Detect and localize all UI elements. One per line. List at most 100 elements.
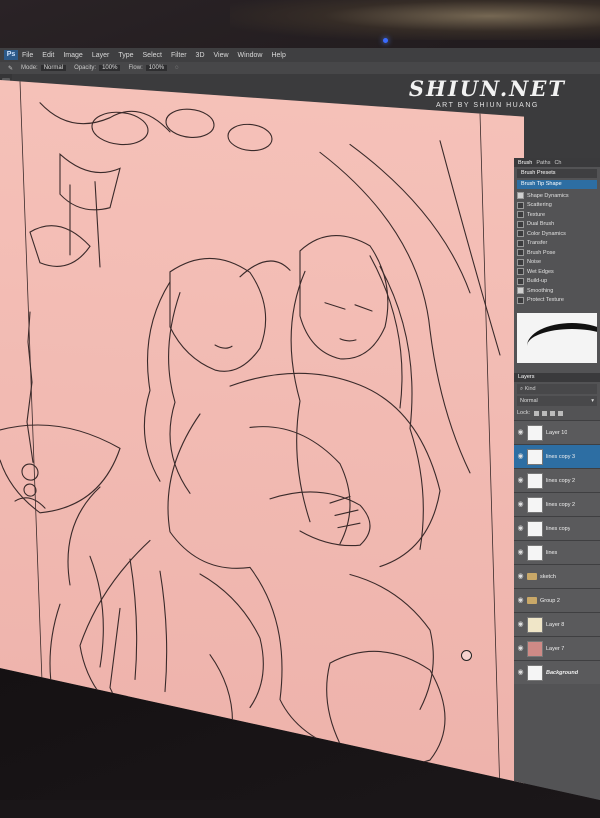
trash-icon[interactable]: ✖ xyxy=(591,808,596,815)
brush-option-item[interactable]: Noise xyxy=(517,258,597,268)
mode-select[interactable]: Normal xyxy=(40,65,67,71)
tab-brush[interactable]: Brush xyxy=(518,160,532,166)
menu-type[interactable]: Type xyxy=(118,52,133,59)
menu-edit[interactable]: Edit xyxy=(42,52,54,59)
lock-row: Lock: xyxy=(517,408,597,418)
eye-icon[interactable]: ◉ xyxy=(517,525,524,532)
lock-move-icon[interactable] xyxy=(550,410,556,416)
eye-icon[interactable]: ◉ xyxy=(517,573,524,580)
checkbox-icon[interactable] xyxy=(517,268,524,276)
brush-option-item[interactable]: Transfer xyxy=(517,239,597,249)
opacity-field[interactable]: 100% xyxy=(99,65,121,71)
menu-select[interactable]: Select xyxy=(143,52,162,59)
tab-channels[interactable]: Ch xyxy=(554,160,561,166)
folder-icon xyxy=(527,597,537,604)
layer-row[interactable]: ◉ lines copy 2 xyxy=(514,492,600,516)
brush-option-item[interactable]: Shape Dynamics xyxy=(517,191,597,201)
layer-name: lines copy xyxy=(546,525,571,532)
eye-icon[interactable]: ◉ xyxy=(517,597,524,604)
checkbox-icon[interactable] xyxy=(517,192,524,200)
layer-row[interactable]: ◉ lines copy 3 xyxy=(514,444,600,468)
layer-filter[interactable]: ⌕ Kind xyxy=(517,384,597,394)
eye-icon[interactable]: ◉ xyxy=(517,645,524,652)
layer-list: ◉ Layer 10 ◉ lines copy 3 ◉ lines copy 2 ◉ line… xyxy=(514,420,600,684)
layer-name: Layer 8 xyxy=(546,621,565,628)
menu-window[interactable]: Window xyxy=(238,52,263,59)
layer-row[interactable]: ◉ Layer 8 xyxy=(514,612,600,636)
brush-option-item[interactable]: Brush Pose xyxy=(517,248,597,258)
blend-mode-row[interactable]: Normal ▾ xyxy=(517,396,597,406)
eye-icon[interactable]: ◉ xyxy=(517,429,524,436)
photoshop-logo-icon: Ps xyxy=(4,50,18,60)
menu-file[interactable]: File xyxy=(22,52,33,59)
layer-thumbnail xyxy=(527,448,543,465)
brush-tool-icon[interactable]: ✎ xyxy=(8,65,13,72)
lock-paint-icon[interactable] xyxy=(542,410,548,416)
menu-help[interactable]: Help xyxy=(271,52,285,59)
menu-layer[interactable]: Layer xyxy=(92,52,110,59)
eye-icon[interactable]: ◉ xyxy=(517,549,524,556)
checkbox-icon[interactable] xyxy=(517,211,524,219)
brush-options-list: Shape Dynamics Scattering Texture Dual Brus… xyxy=(514,191,600,305)
brush-option-item[interactable]: Color Dynamics xyxy=(517,229,597,239)
folder-icon xyxy=(527,573,537,580)
checkbox-icon[interactable] xyxy=(517,258,524,266)
eye-icon[interactable]: ◉ xyxy=(517,669,524,676)
flow-field[interactable]: 100% xyxy=(145,65,168,71)
eye-icon[interactable]: ◉ xyxy=(517,501,524,508)
tab-paths[interactable]: Paths xyxy=(536,160,550,166)
power-led xyxy=(383,38,388,43)
airbrush-icon[interactable]: ◌ xyxy=(175,65,179,71)
checkbox-icon[interactable] xyxy=(517,230,524,238)
checkbox-icon[interactable] xyxy=(517,220,524,228)
lock-all-icon[interactable] xyxy=(558,410,564,416)
checkbox-icon[interactable] xyxy=(517,296,524,304)
fx-icon[interactable]: fx xyxy=(532,808,537,814)
link-icon[interactable]: ⛓ xyxy=(518,808,526,815)
brush-option-item[interactable]: Smoothing xyxy=(517,286,597,296)
layer-row[interactable]: ◉ lines copy 2 xyxy=(514,468,600,492)
right-panels: Brush Paths Ch Brush Presets Brush Tip S… xyxy=(514,158,600,815)
brush-option-item[interactable]: Protect Texture xyxy=(517,296,597,306)
layer-row[interactable]: ◉ Layer 10 xyxy=(514,420,600,444)
mask-icon[interactable]: ◐ xyxy=(544,808,548,814)
eye-icon[interactable]: ◉ xyxy=(517,477,524,484)
brush-option-item[interactable]: Texture xyxy=(517,210,597,220)
layer-name: lines copy 3 xyxy=(546,453,576,460)
watermark: SHIUN.NET ART BY SHIUN HUANG xyxy=(409,76,566,109)
adjust-icon[interactable]: ◑ xyxy=(555,808,559,814)
layer-row[interactable]: ◉ lines copy xyxy=(514,516,600,540)
brush-option-item[interactable]: Build-up xyxy=(517,277,597,287)
checkbox-icon[interactable] xyxy=(517,287,524,295)
brush-tip-shape-item[interactable]: Brush Tip Shape xyxy=(517,180,597,189)
eye-icon[interactable]: ◉ xyxy=(517,621,524,628)
checkbox-icon[interactable] xyxy=(517,201,524,209)
options-bar: ✎ Mode: Normal Opacity: 100% Flow: 100% … xyxy=(0,62,600,74)
chevron-down-icon: ▾ xyxy=(591,398,594,404)
checkbox-icon[interactable] xyxy=(517,249,524,257)
menu-3d[interactable]: 3D xyxy=(196,52,205,59)
layer-thumbnail xyxy=(527,616,543,633)
menu-view[interactable]: View xyxy=(214,52,229,59)
brush-option-item[interactable]: Scattering xyxy=(517,201,597,211)
lock-pixels-icon[interactable] xyxy=(534,410,540,416)
tab-layers[interactable]: Layers xyxy=(514,373,600,382)
layer-group-row[interactable]: ◉ sketch xyxy=(514,564,600,588)
menu-image[interactable]: Image xyxy=(63,52,82,59)
checkbox-icon[interactable] xyxy=(517,277,524,285)
layer-row[interactable]: ◉ lines xyxy=(514,540,600,564)
brush-presets-button[interactable]: Brush Presets xyxy=(517,169,597,178)
layer-thumbnail xyxy=(527,544,543,561)
brush-option-item[interactable]: Dual Brush xyxy=(517,220,597,230)
menu-filter[interactable]: Filter xyxy=(171,52,187,59)
eye-icon[interactable]: ◉ xyxy=(517,453,524,460)
layer-row[interactable]: ◉ Background xyxy=(514,660,600,684)
layer-group-row[interactable]: ◉ Group 2 xyxy=(514,588,600,612)
blend-mode-select[interactable]: Normal xyxy=(520,398,538,404)
filter-kind[interactable]: Kind xyxy=(525,386,536,392)
layer-row[interactable]: ◉ Layer 7 xyxy=(514,636,600,660)
new-layer-icon[interactable]: ⊞ xyxy=(579,808,584,815)
brush-option-item[interactable]: Wet Edges xyxy=(517,267,597,277)
folder-icon[interactable]: ▭ xyxy=(566,808,572,815)
checkbox-icon[interactable] xyxy=(517,239,524,247)
